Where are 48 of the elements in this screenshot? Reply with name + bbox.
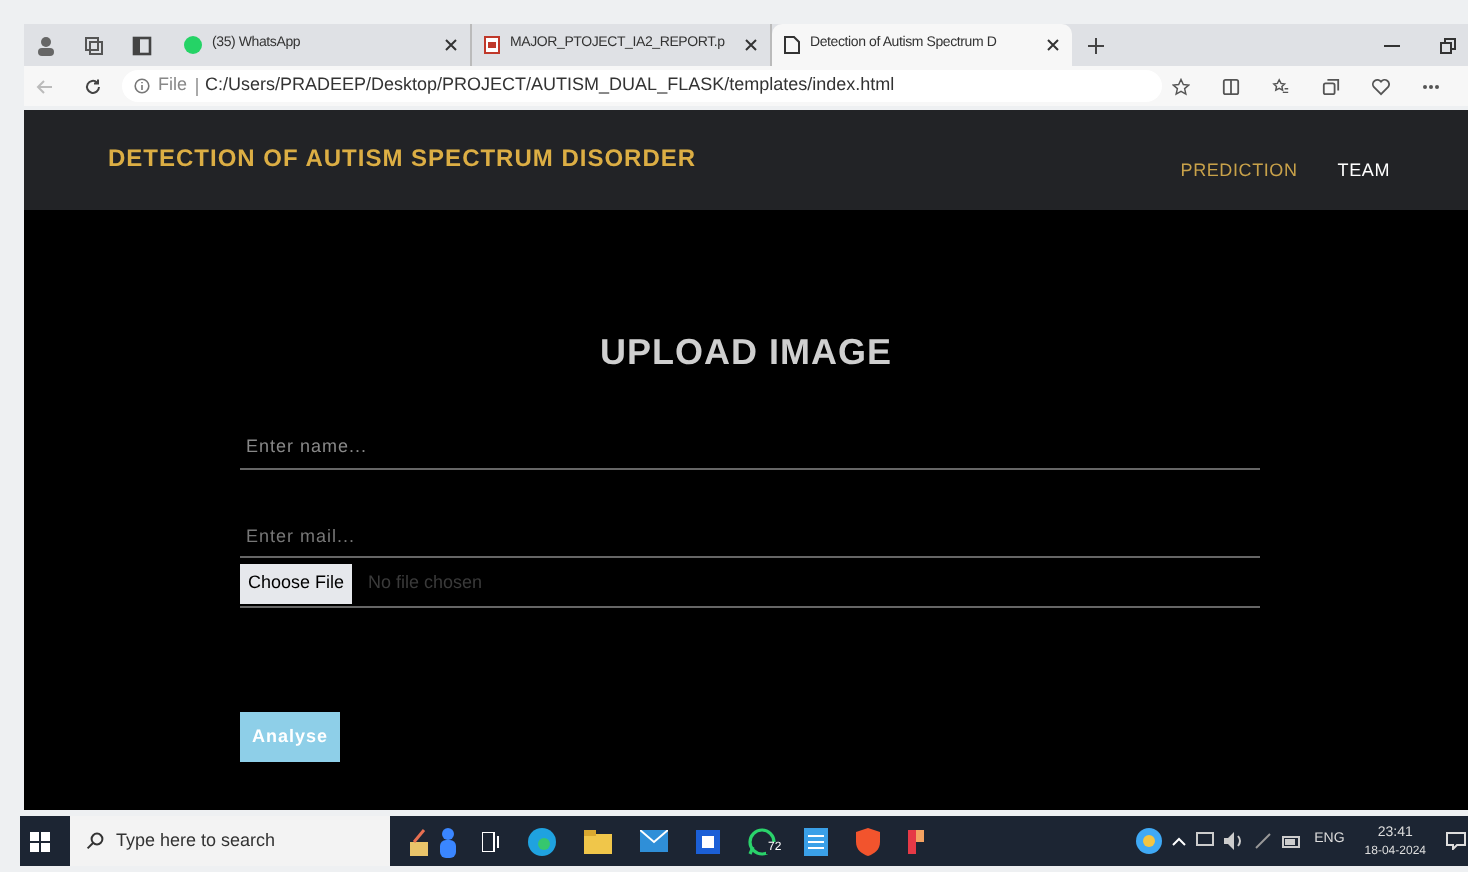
new-tab-icon[interactable] xyxy=(1088,37,1104,53)
scheme-label: File xyxy=(158,72,188,99)
restore-icon[interactable] xyxy=(1440,37,1456,53)
store-icon[interactable] xyxy=(696,829,720,853)
section-heading: UPLOAD IMAGE xyxy=(599,330,892,376)
info-icon xyxy=(134,78,150,94)
browser-icon[interactable] xyxy=(528,827,556,855)
person-icon[interactable] xyxy=(438,825,458,857)
mail-icon[interactable] xyxy=(640,830,668,852)
speaker-icon[interactable] xyxy=(1224,832,1245,850)
chevron-up-icon[interactable] xyxy=(1172,836,1187,846)
name-input[interactable]: Enter name... xyxy=(240,428,1260,469)
close-icon[interactable] xyxy=(444,38,458,52)
nav-link[interactable]: PREDICTION xyxy=(1180,158,1298,185)
refresh-icon[interactable] xyxy=(84,77,102,95)
pencil-cup-icon[interactable] xyxy=(406,827,434,855)
workspaces-icon[interactable] xyxy=(84,35,104,55)
document-icon xyxy=(484,36,500,54)
site-title: DETECTION OF AUTISM SPECTRUM DISORDER xyxy=(108,142,697,176)
app-icon[interactable] xyxy=(908,829,924,853)
tab-actions-icon[interactable] xyxy=(132,35,152,55)
battery-icon[interactable] xyxy=(1282,835,1303,847)
file-status: No file chosen xyxy=(368,570,483,596)
choose-file-button[interactable]: Choose File xyxy=(240,564,353,603)
close-icon[interactable] xyxy=(1046,38,1060,52)
profile-icon[interactable] xyxy=(36,35,56,55)
close-icon[interactable] xyxy=(744,38,758,52)
favorites-icon[interactable] xyxy=(1272,77,1290,95)
start-icon[interactable] xyxy=(30,831,50,851)
shield-icon[interactable] xyxy=(856,827,880,855)
file-input[interactable]: Choose File No file chosen xyxy=(240,564,1260,607)
monitor-icon[interactable] xyxy=(1196,832,1215,850)
heart-icon[interactable] xyxy=(1372,77,1390,95)
address-bar[interactable]: File C:/Users/PRADEEP/Desktop/PROJECT/AUTISM_DUAL_FLASK/templates/index.html xyxy=(122,70,1162,102)
split-screen-icon[interactable] xyxy=(1222,77,1240,95)
page-icon xyxy=(784,36,800,54)
mail-input[interactable]: Enter mail... xyxy=(240,517,1260,558)
url-text: C:/Users/PRADEEP/Desktop/PROJECT/AUTISM_DUAL_FLASK/templates/index.html xyxy=(205,72,895,99)
collections-icon[interactable] xyxy=(1322,77,1340,95)
search-box[interactable]: Type here to search xyxy=(70,816,390,866)
task-view-icon[interactable] xyxy=(482,831,500,851)
favorite-icon[interactable] xyxy=(1172,77,1190,95)
folder-icon[interactable] xyxy=(584,829,612,853)
notifications-icon[interactable] xyxy=(1446,832,1466,850)
search-placeholder: Type here to search xyxy=(116,827,276,854)
search-icon xyxy=(86,832,104,850)
more-icon[interactable] xyxy=(1422,83,1440,89)
nav-link[interactable]: TEAM xyxy=(1337,158,1390,185)
